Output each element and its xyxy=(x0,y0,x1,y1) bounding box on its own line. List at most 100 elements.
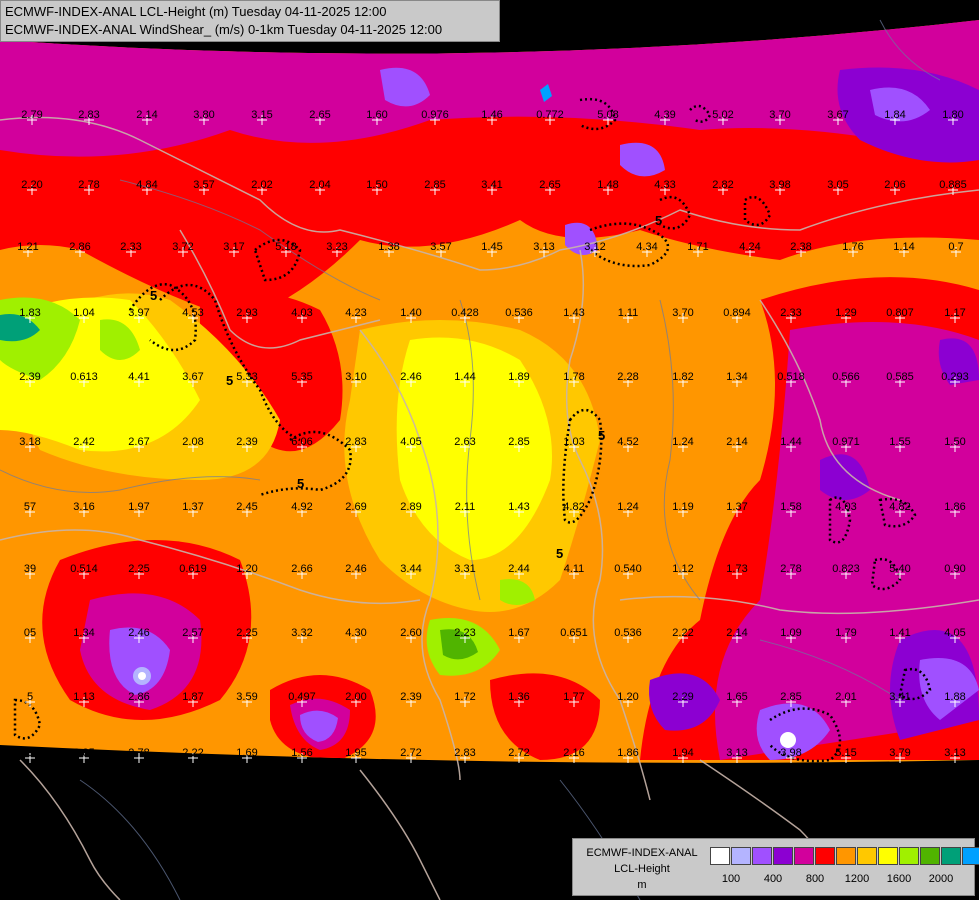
shear-value-label: 1.69 xyxy=(236,747,257,759)
shear-value-label: 4.05 xyxy=(944,627,965,639)
shear-value-label: 2.67 xyxy=(128,436,149,448)
shear-value-label: 3.79 xyxy=(889,747,910,759)
shear-value-label: 4.11 xyxy=(564,563,585,575)
legend-tick-label: 100 xyxy=(721,873,741,885)
shear-value-label: 4.82 xyxy=(563,501,584,513)
shear-value-label: 1.86 xyxy=(617,747,638,759)
shear-value-label: 3.59 xyxy=(236,691,257,703)
shear-value-label: 3.80 xyxy=(193,109,214,121)
shear-value-label: 2.82 xyxy=(712,179,733,191)
shear-value-label: 1.09 xyxy=(780,627,801,639)
shear-value-label: 1.76 xyxy=(842,241,863,253)
shear-value-label: 0.894 xyxy=(723,307,751,319)
shear-value-label: 3.10 xyxy=(345,371,366,383)
shear-value-label: 2.78 xyxy=(128,747,149,759)
shear-value-label: 2.63 xyxy=(454,436,475,448)
shear-value-label: 0.619 xyxy=(179,563,207,575)
shear-value-label: 0.885 xyxy=(939,179,967,191)
shear-value-label: 5.35 xyxy=(291,371,312,383)
shear-value-label: 1.77 xyxy=(563,691,584,703)
shear-value-label: 0.772 xyxy=(536,109,564,121)
shear-value-label: 0.613 xyxy=(70,371,98,383)
shear-value-label: 1.60 xyxy=(366,109,387,121)
shear-value-label: 4.39 xyxy=(654,109,675,121)
shear-value-label: 1.34 xyxy=(73,627,94,639)
legend-tick-label: 2000 xyxy=(928,873,954,885)
shear-value-label: 3.72 xyxy=(172,241,193,253)
shear-value-label: 1.94 xyxy=(672,747,693,759)
shear-value-label: 2.22 xyxy=(672,627,693,639)
legend-label: ECMWF-INDEX-ANAL LCL-Height m xyxy=(577,845,707,893)
shear-value-label: 3.41 xyxy=(481,179,502,191)
shear-value-label: 2.25 xyxy=(128,563,149,575)
shear-value-label: 3.70 xyxy=(672,307,693,319)
legend-swatch xyxy=(920,847,940,865)
shear-value-label: 0.293 xyxy=(941,371,969,383)
shear-value-label: 1.78 xyxy=(563,371,584,383)
shear-value-label: 2.16 xyxy=(563,747,584,759)
shear-value-label: 1.80 xyxy=(942,109,963,121)
shear-value-label: 3.23 xyxy=(326,241,347,253)
shear-value-label: 2.20 xyxy=(21,179,42,191)
shear-value-label: 0.7 xyxy=(948,241,963,253)
shear-value-label: 5.08 xyxy=(597,109,618,121)
shear-value-label: 0.585 xyxy=(886,371,914,383)
shear-value-label: 2.89 xyxy=(400,501,421,513)
shear-value-label: 0.536 xyxy=(505,307,533,319)
shear-value-label: 3.98 xyxy=(780,747,801,759)
shear-value-label: 1.56 xyxy=(291,747,312,759)
shear-value-label: 39 xyxy=(24,563,36,575)
shear-value-label: 0.566 xyxy=(832,371,860,383)
shear-value-label: 0.90 xyxy=(944,563,965,575)
shear-value-label: 3.57 xyxy=(430,241,451,253)
shear-value-label: 2.79 xyxy=(21,109,42,121)
shear-value-label: 2.85 xyxy=(424,179,445,191)
shear-value-label: 3.97 xyxy=(128,307,149,319)
shear-value-label: 4.52 xyxy=(617,436,638,448)
shear-value-label: 1.71 xyxy=(687,241,708,253)
shear-value-label: 2.78 xyxy=(780,563,801,575)
legend-swatch xyxy=(752,847,772,865)
legend-swatch xyxy=(794,847,814,865)
shear-value-label: 2.45 xyxy=(236,501,257,513)
shear-value-label: 1.97 xyxy=(128,501,149,513)
shear-value-label: 2.57 xyxy=(182,627,203,639)
shear-value-label: 5.02 xyxy=(712,109,733,121)
shear-value-label: 5.18 xyxy=(275,241,296,253)
shear-value-label: 4.30 xyxy=(345,627,366,639)
shear-value-label: 2.44 xyxy=(508,563,529,575)
legend-label-model: ECMWF-INDEX-ANAL xyxy=(586,847,698,859)
color-legend: ECMWF-INDEX-ANAL LCL-Height m 100 400 800 1… xyxy=(572,838,979,896)
shear-value-label: 2.46 xyxy=(128,627,149,639)
legend-swatch xyxy=(815,847,835,865)
shear-value-label: 1.38 xyxy=(378,241,399,253)
shear-value-label: 2.65 xyxy=(539,179,560,191)
shear-value-label: 2.85 xyxy=(508,436,529,448)
shear-value-label: 1.21 xyxy=(17,241,38,253)
shear-value-label: 1.44 xyxy=(780,436,801,448)
shear-value-label: 4.05 xyxy=(400,436,421,448)
contour-label: 5 xyxy=(556,546,563,561)
shear-value-label: 1.50 xyxy=(366,179,387,191)
shear-value-label: 2.08 xyxy=(182,436,203,448)
shear-value-label: 1.89 xyxy=(508,371,529,383)
title-line-1: ECMWF-INDEX-ANAL LCL-Height (m) Tuesday … xyxy=(5,4,387,19)
shear-value-label: 1.17 xyxy=(944,307,965,319)
shear-value-label: 1.37 xyxy=(726,501,747,513)
shear-value-label: 1.04 xyxy=(73,307,94,319)
shear-value-label: 3.67 xyxy=(827,109,848,121)
legend-label-unit: m xyxy=(637,879,647,891)
shear-value-label: 2.85 xyxy=(780,691,801,703)
shear-value-label: 1.58 xyxy=(780,501,801,513)
shear-value-label: 4.92 xyxy=(291,501,312,513)
shear-value-label: 0.428 xyxy=(451,307,479,319)
shear-value-label: 2.11 xyxy=(455,501,476,513)
shear-value-label: 2.46 xyxy=(345,563,366,575)
legend-swatch xyxy=(731,847,751,865)
shear-value-label: 3.44 xyxy=(400,563,421,575)
shear-value-label: 3.15 xyxy=(251,109,272,121)
shear-value-label: 0.651 xyxy=(560,627,588,639)
shear-value-label: 0.823 xyxy=(832,563,860,575)
shear-value-label: 2.72 xyxy=(508,747,529,759)
shear-value-label: 1.83 xyxy=(19,307,40,319)
